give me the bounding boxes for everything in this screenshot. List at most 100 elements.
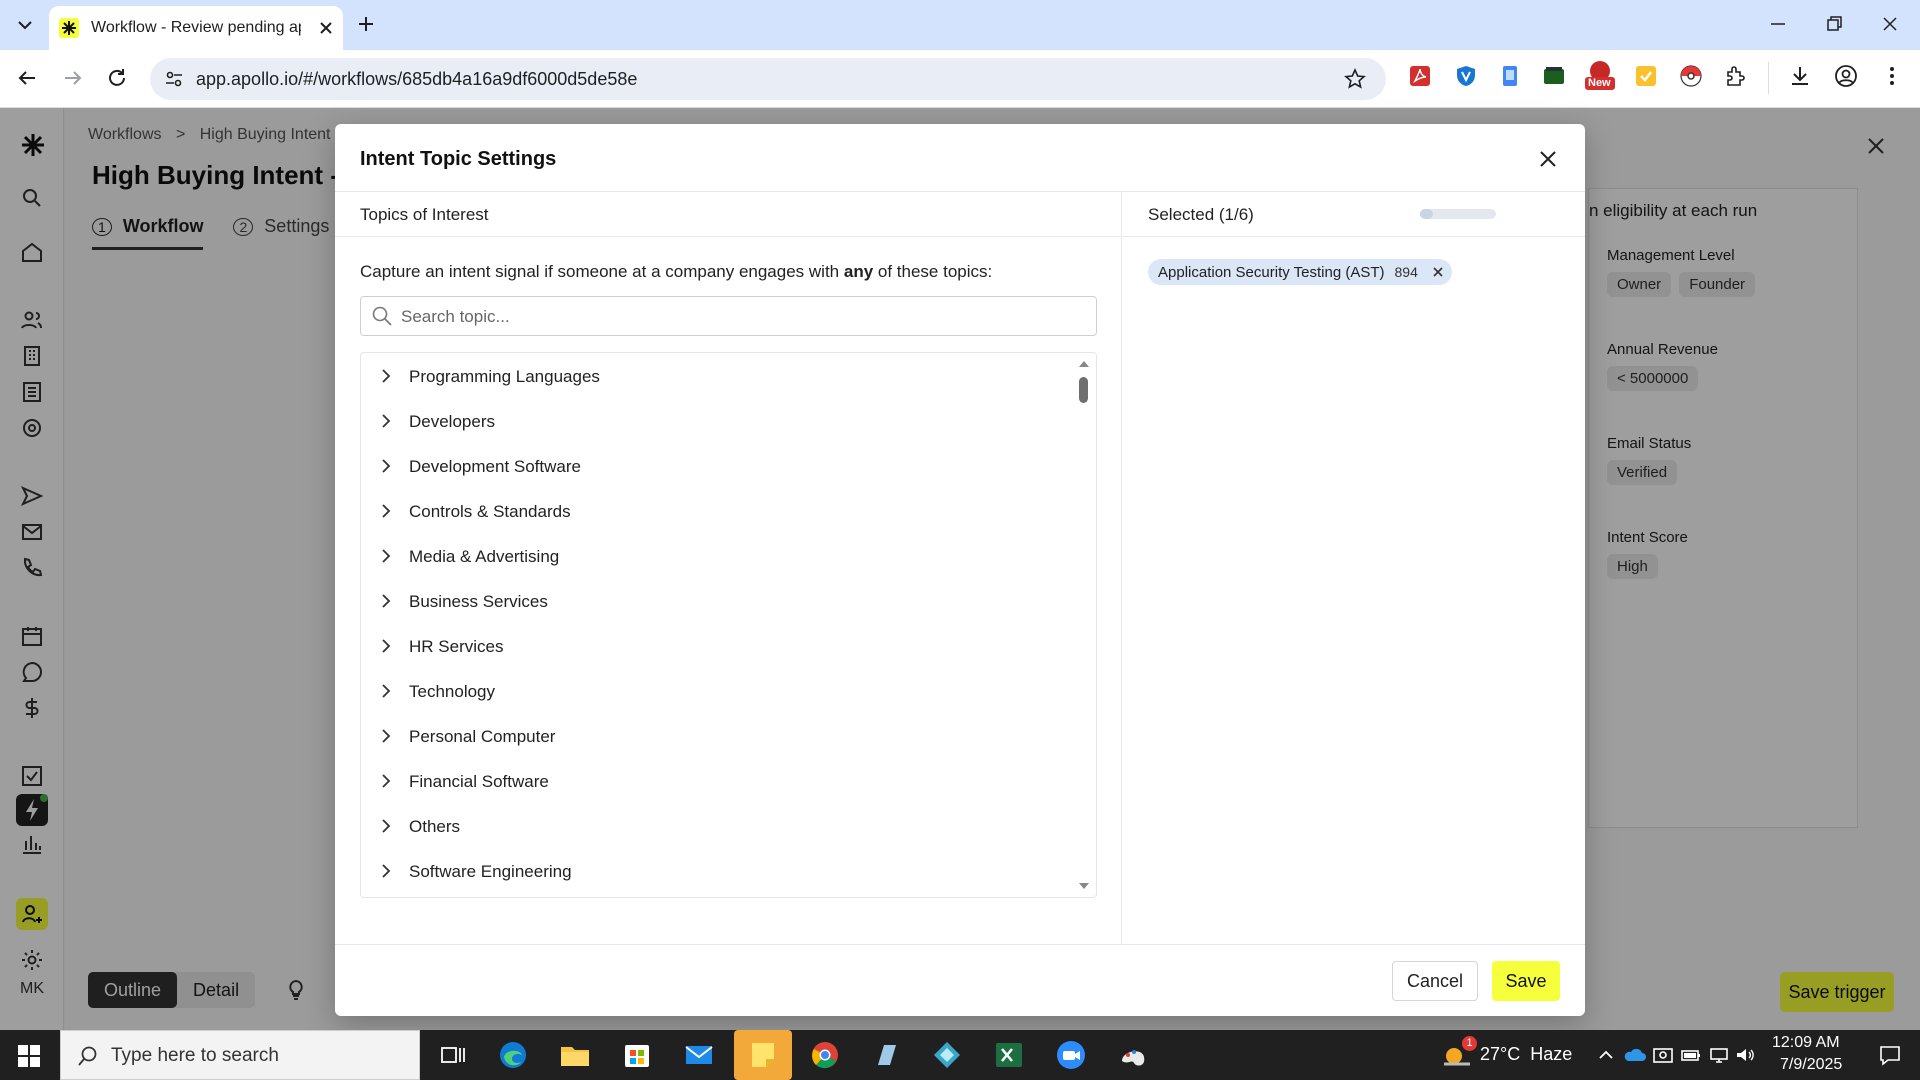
file-explorer-icon[interactable] bbox=[558, 1039, 592, 1071]
chevron-right-icon[interactable] bbox=[379, 728, 393, 744]
sticky-notes-icon[interactable] bbox=[734, 1030, 792, 1080]
chevron-right-icon[interactable] bbox=[379, 818, 393, 834]
chevron-right-icon[interactable] bbox=[379, 368, 393, 384]
topic-label: Others bbox=[409, 817, 461, 836]
tab-search-dropdown-icon[interactable] bbox=[14, 16, 36, 34]
weather-text[interactable]: 27°C Haze bbox=[1480, 1044, 1572, 1065]
restore-icon[interactable] bbox=[1824, 14, 1844, 34]
chevron-right-icon[interactable] bbox=[379, 548, 393, 564]
chevron-right-icon[interactable] bbox=[379, 503, 393, 519]
topic-item[interactable]: HR Services bbox=[361, 626, 1061, 666]
chevron-right-icon[interactable] bbox=[379, 593, 393, 609]
taskbar-search-box[interactable]: Type here to search bbox=[60, 1030, 420, 1080]
topic-list: Programming Languages Developers Develop… bbox=[360, 352, 1097, 898]
onedrive-icon[interactable] bbox=[1624, 1045, 1646, 1065]
topic-label: Technology bbox=[409, 682, 496, 701]
selected-header: Selected (1/6) bbox=[1123, 192, 1585, 237]
site-info-icon[interactable] bbox=[164, 69, 184, 89]
chevron-right-icon[interactable] bbox=[379, 638, 393, 654]
notifications-icon[interactable] bbox=[1878, 1044, 1902, 1066]
clock-time[interactable]: 12:09 AM bbox=[1772, 1034, 1840, 1052]
topic-list-scrollbar[interactable] bbox=[1069, 353, 1096, 897]
selected-progress-bar bbox=[1420, 209, 1496, 219]
topic-item[interactable]: Others bbox=[361, 806, 1061, 846]
extensions-puzzle-icon[interactable] bbox=[1724, 64, 1748, 88]
task-view-icon[interactable] bbox=[436, 1039, 470, 1071]
shield-extension-icon[interactable] bbox=[1454, 64, 1478, 88]
mail-icon[interactable] bbox=[682, 1039, 716, 1071]
topic-item[interactable]: Controls & Standards bbox=[361, 491, 1061, 531]
save-button[interactable]: Save bbox=[1492, 961, 1560, 1001]
reader-app-icon[interactable] bbox=[870, 1039, 904, 1071]
topic-label: Personal Computer bbox=[409, 727, 556, 746]
topic-label: Development Software bbox=[409, 457, 581, 476]
excel-icon[interactable] bbox=[992, 1039, 1026, 1071]
battery-icon[interactable] bbox=[1680, 1045, 1702, 1065]
topic-label: Programming Languages bbox=[409, 367, 600, 386]
new-extension-icon[interactable]: New bbox=[1584, 60, 1616, 90]
chevron-right-icon[interactable] bbox=[379, 413, 393, 429]
topic-item[interactable]: Developers bbox=[361, 401, 1061, 441]
scroll-up-arrow-icon[interactable] bbox=[1077, 359, 1091, 369]
topic-item[interactable]: Software Engineering bbox=[361, 851, 1061, 891]
topic-item[interactable]: Personal Computer bbox=[361, 716, 1061, 756]
cancel-button[interactable]: Cancel bbox=[1392, 961, 1478, 1001]
url-text: app.apollo.io/#/workflows/685db4a16a9df6… bbox=[196, 68, 638, 89]
intent-topic-settings-modal: Intent Topic Settings Topics of Interest… bbox=[335, 124, 1585, 1016]
topic-label: Media & Advertising bbox=[409, 547, 560, 566]
browser-tab-active[interactable]: Workflow - Review pending app bbox=[49, 6, 343, 50]
topic-item[interactable]: Programming Languages bbox=[361, 356, 1061, 396]
docs-extension-icon[interactable] bbox=[1498, 64, 1522, 88]
topic-item[interactable]: Financial Software bbox=[361, 761, 1061, 801]
window-close-icon[interactable] bbox=[1880, 14, 1900, 34]
topic-item[interactable]: Media & Advertising bbox=[361, 536, 1061, 576]
meet-now-icon[interactable] bbox=[1652, 1045, 1674, 1065]
tab-title: Workflow - Review pending app bbox=[91, 19, 301, 36]
edge-browser-icon[interactable] bbox=[496, 1039, 530, 1071]
download-icon[interactable] bbox=[1788, 64, 1812, 88]
taskbar-search-icon bbox=[77, 1045, 99, 1067]
topic-search-box[interactable] bbox=[360, 296, 1097, 336]
scroll-down-arrow-icon[interactable] bbox=[1077, 881, 1091, 891]
windows-start-icon[interactable] bbox=[18, 1045, 40, 1067]
new-badge: New bbox=[1588, 77, 1611, 89]
network-icon[interactable] bbox=[1708, 1045, 1730, 1065]
forward-icon[interactable] bbox=[62, 67, 84, 89]
topic-search-input[interactable] bbox=[401, 305, 1081, 329]
chevron-right-icon[interactable] bbox=[379, 458, 393, 474]
modal-footer: Cancel Save bbox=[335, 944, 1585, 1016]
bookmark-star-icon[interactable] bbox=[1344, 68, 1366, 90]
address-bar[interactable]: app.apollo.io/#/workflows/685db4a16a9df6… bbox=[150, 58, 1386, 100]
instruction-any: any bbox=[843, 262, 874, 281]
pdf-extension-icon[interactable] bbox=[1408, 64, 1432, 88]
zoom-icon[interactable] bbox=[1054, 1039, 1088, 1071]
reload-icon[interactable] bbox=[106, 67, 128, 89]
remove-topic-icon[interactable] bbox=[1432, 266, 1444, 278]
tray-chevron-up-icon[interactable] bbox=[1596, 1045, 1616, 1065]
wallet-extension-icon[interactable] bbox=[1542, 64, 1566, 88]
volume-icon[interactable] bbox=[1734, 1045, 1756, 1065]
coupon-extension-icon[interactable] bbox=[1634, 64, 1658, 88]
modal-close-icon[interactable] bbox=[1535, 146, 1561, 172]
scroll-thumb[interactable] bbox=[1079, 377, 1088, 403]
chevron-right-icon[interactable] bbox=[379, 773, 393, 789]
windows-taskbar: Type here to search 1 27°C Haze 12:09 AM… bbox=[0, 1030, 1920, 1080]
microsoft-store-icon[interactable] bbox=[620, 1039, 654, 1071]
topic-item[interactable]: Business Services bbox=[361, 581, 1061, 621]
browser-menu-icon[interactable] bbox=[1880, 64, 1904, 88]
pokeball-extension-icon[interactable] bbox=[1679, 64, 1703, 88]
clock-date[interactable]: 7/9/2025 bbox=[1780, 1056, 1842, 1074]
new-tab-icon[interactable] bbox=[356, 14, 376, 34]
chevron-right-icon[interactable] bbox=[379, 863, 393, 879]
topic-item[interactable]: Development Software bbox=[361, 446, 1061, 486]
instruction-text: Capture an intent signal if someone at a… bbox=[360, 262, 992, 282]
back-icon[interactable] bbox=[16, 67, 38, 89]
chrome-icon[interactable] bbox=[808, 1039, 842, 1071]
paint-app-icon[interactable] bbox=[1116, 1039, 1150, 1071]
diamond-app-icon[interactable] bbox=[930, 1039, 964, 1071]
tab-close-icon[interactable] bbox=[319, 21, 333, 35]
profile-icon[interactable] bbox=[1834, 64, 1858, 88]
topic-item[interactable]: Technology bbox=[361, 671, 1061, 711]
minimize-icon[interactable] bbox=[1768, 14, 1788, 34]
chevron-right-icon[interactable] bbox=[379, 683, 393, 699]
